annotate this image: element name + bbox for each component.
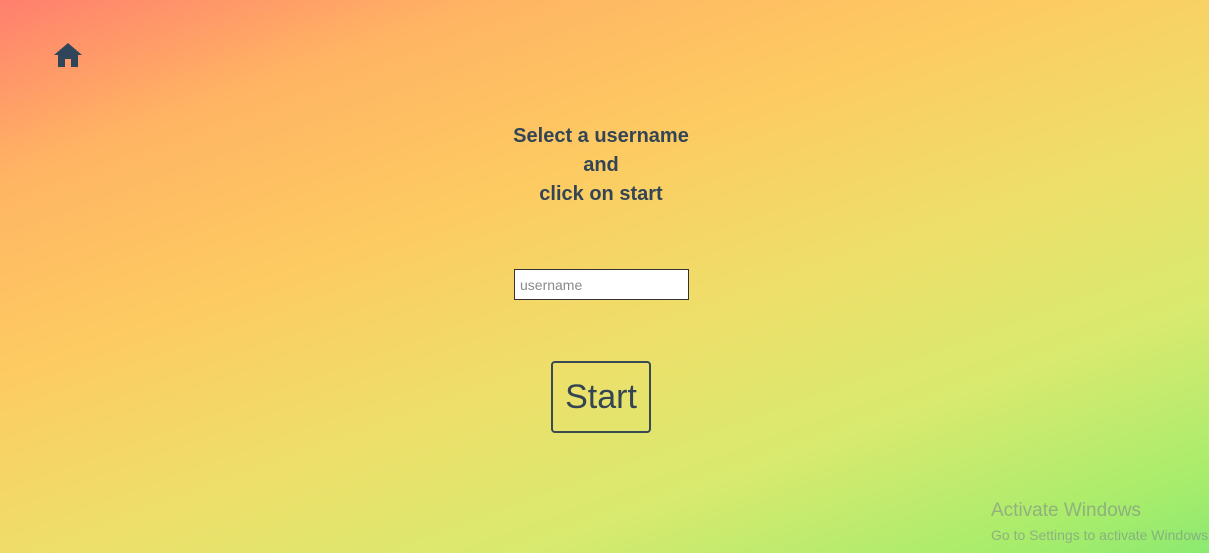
instructions-line-1: Select a username <box>513 125 689 147</box>
watermark-title: Activate Windows <box>991 500 1141 521</box>
username-input[interactable] <box>514 269 689 300</box>
instructions-line-2: and <box>583 154 619 176</box>
home-icon[interactable] <box>53 42 83 68</box>
activate-windows-watermark: Activate Windows Go to Settings to activ… <box>991 500 1209 545</box>
instructions-line-3: click on start <box>539 183 663 205</box>
instructions-heading: Select a username and click on start <box>0 122 1202 209</box>
watermark-subtitle: Go to Settings to activate Windows. <box>991 527 1209 543</box>
start-button[interactable]: Start <box>551 361 651 433</box>
